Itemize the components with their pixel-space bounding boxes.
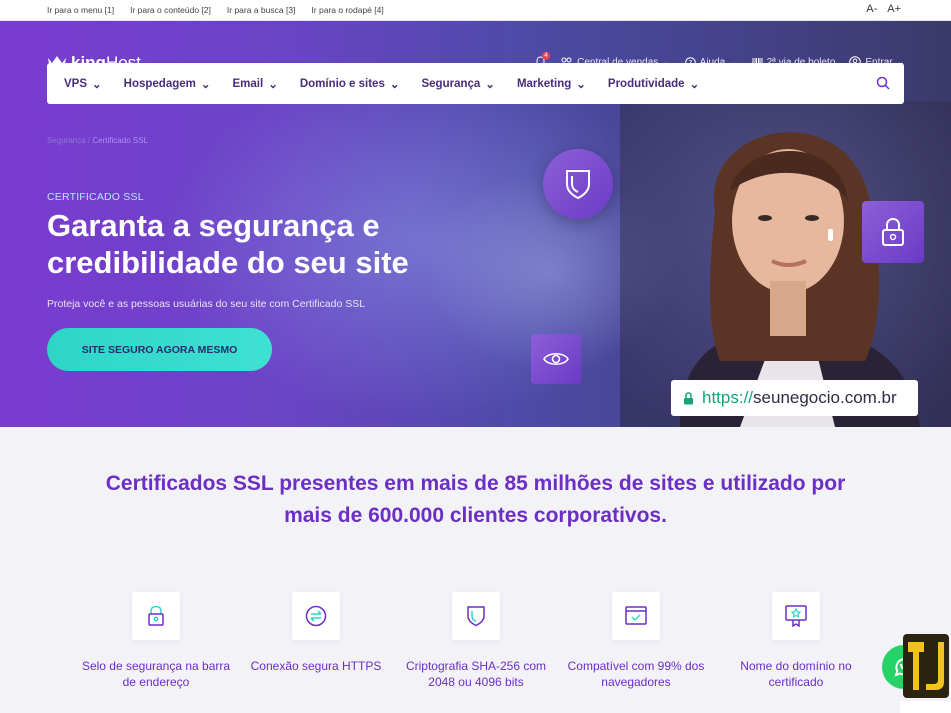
menu-item-domains[interactable]: Domínio e sites ⌄ [300, 77, 400, 91]
skip-links: Ir para o menu [1] Ir para o conteúdo [2… [47, 5, 384, 15]
menu-item-label: Hospedagem [123, 77, 196, 90]
padlock-icon [684, 391, 693, 404]
hero-lead: Proteja você e as pessoas usuárias do se… [47, 298, 366, 310]
chevron-down-icon: ⌄ [689, 78, 700, 91]
skip-to-footer-link[interactable]: Ir para o rodapé [4] [311, 5, 383, 15]
font-size-controls: A- A+ [866, 3, 901, 15]
breadcrumb-separator: / [87, 136, 91, 145]
chevron-down-icon: ⌄ [200, 78, 211, 91]
feature-label: Selo de segurança na barra de endereço [81, 659, 231, 689]
menu-item-email[interactable]: Email ⌄ [233, 77, 278, 91]
chevron-down-icon: ⌄ [268, 78, 278, 91]
browser-check-icon [625, 606, 647, 625]
shield-icon [467, 606, 485, 627]
feature-item: Conexão segura HTTPS [236, 592, 396, 690]
skip-to-search-link[interactable]: Ir para a busca [3] [227, 5, 296, 15]
skip-to-content-link[interactable]: Ir para o conteúdo [2] [130, 5, 211, 15]
feature-icon-box [292, 592, 340, 640]
chevron-down-icon: ⌄ [389, 78, 400, 91]
menu-item-label: Marketing [516, 77, 572, 90]
font-decrease-button[interactable]: A- [866, 3, 877, 15]
skip-to-menu-link[interactable]: Ir para o menu [1] [47, 5, 114, 15]
lock-badge [862, 201, 924, 263]
feature-label: Compatível com 99% dos navegadores [567, 659, 705, 689]
accessibility-bar: Ir para o menu [1] Ir para o conteúdo [2… [0, 0, 951, 21]
menu-item-security[interactable]: Segurança ⌄ [421, 77, 494, 91]
notification-count-badge: 4 [542, 52, 551, 60]
menu-item-label: Email [232, 77, 264, 90]
menu-item-hosting[interactable]: Hospedagem ⌄ [124, 77, 211, 91]
stats-headline: Certificados SSL presentes em mais de 85… [105, 472, 846, 527]
watermark-logo [900, 634, 951, 713]
search-icon[interactable] [876, 76, 890, 90]
chevron-down-icon: ⌄ [485, 78, 495, 91]
feature-item: Selo de segurança na barra de endereço [76, 592, 236, 690]
feature-icon-box [452, 592, 500, 640]
address-bar-mock: https://seunegocio.com.br [671, 380, 918, 416]
page-title: Garanta a segurança e credibilidade do s… [47, 208, 409, 280]
hero-eyebrow: CERTIFICADO SSL [47, 191, 144, 203]
feature-icon-box [132, 592, 180, 640]
feature-item: Criptografia SHA-256 com 2048 ou 4096 bi… [396, 592, 556, 690]
chevron-down-icon: ⌄ [92, 78, 102, 91]
features-list: Selo de segurança na barra de endereço C… [76, 592, 876, 690]
feature-icon-box [772, 592, 820, 640]
breadcrumb-current: Certificado SSL [92, 136, 148, 145]
feature-label: Conexão segura HTTPS [250, 659, 382, 673]
feature-item: Compatível com 99% dos navegadores [556, 592, 716, 690]
feature-icon-box [612, 592, 660, 640]
padlock-icon [882, 217, 904, 246]
menu-item-vps[interactable]: VPS ⌄ [64, 77, 102, 91]
eye-icon [543, 352, 569, 366]
url-scheme: https:// [702, 388, 754, 407]
chevron-down-icon: ⌄ [576, 78, 586, 91]
cta-button[interactable]: SITE SEGURO AGORA MESMO [47, 328, 272, 371]
feature-label: Criptografia SHA-256 com 2048 ou 4096 bi… [405, 659, 547, 689]
menu-item-label: VPS [64, 77, 88, 90]
exchange-icon [305, 605, 327, 627]
certificate-icon [785, 605, 807, 627]
menu-item-label: Segurança [421, 77, 481, 90]
menu-item-label: Domínio e sites [299, 77, 385, 90]
menu-item-productivity[interactable]: Produtividade ⌄ [608, 77, 699, 91]
padlock-icon [148, 605, 164, 626]
feature-item: Nome do domínio no certificado [716, 592, 876, 690]
menu-item-label: Produtividade [607, 77, 685, 90]
woman-photo [620, 101, 951, 427]
main-menu: VPS ⌄ Hospedagem ⌄ Email ⌄ Domínio e sites ⌄… [47, 63, 904, 104]
breadcrumb: Segurança / Certificado SSL [47, 136, 148, 145]
url-host: seunegocio.com.br [753, 388, 897, 407]
breadcrumb-home[interactable]: Segurança [47, 136, 86, 145]
font-increase-button[interactable]: A+ [887, 3, 901, 15]
shield-icon [566, 170, 590, 200]
feature-label: Nome do domínio no certificado [740, 659, 852, 689]
shield-badge [543, 149, 613, 219]
eye-badge [531, 334, 581, 384]
menu-item-marketing[interactable]: Marketing ⌄ [517, 77, 586, 91]
